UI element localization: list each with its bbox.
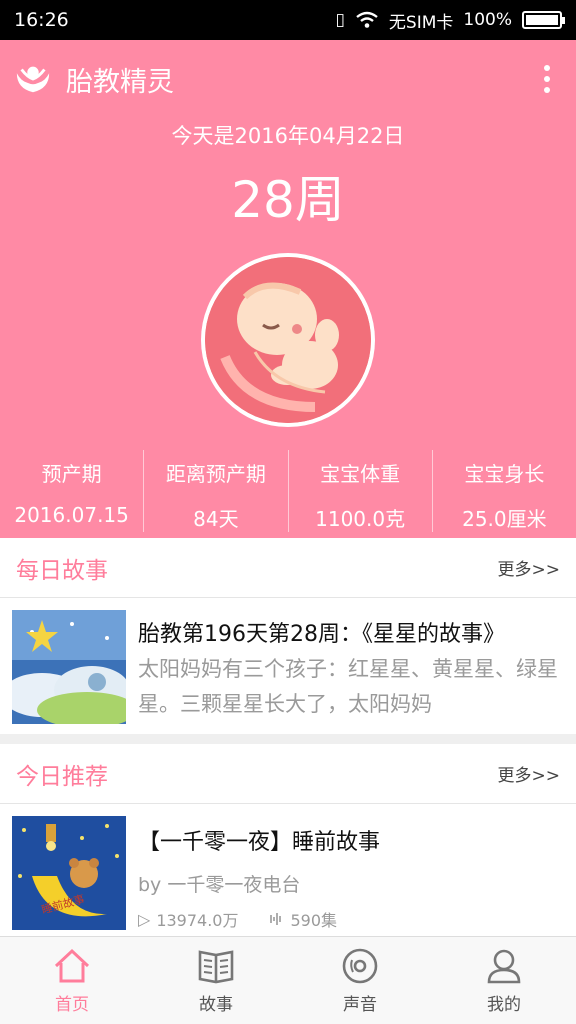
- play-count-icon: ▷: [138, 909, 151, 929]
- stat-due-date: 预产期 2016.07.15: [0, 450, 145, 532]
- stat-value: 1100.0克: [315, 507, 406, 531]
- person-icon: [487, 949, 521, 984]
- pregnancy-week: 28周: [231, 171, 345, 229]
- nav-label: 声音: [343, 995, 377, 1015]
- story-description: 太阳妈妈有三个孩子：红星星、黄星星、绿星星。三颗星星长大了，太阳妈妈: [138, 657, 558, 716]
- play-count: 13974.0万: [156, 911, 239, 930]
- nav-label: 首页: [55, 995, 89, 1015]
- stat-days-left: 距离预产期 84天: [144, 450, 289, 532]
- stat-value: 25.0厘米: [462, 507, 547, 531]
- nav-mine[interactable]: 我的: [432, 937, 576, 1024]
- pregnancy-stats: 预产期 2016.07.15 距离预产期 84天 宝宝体重 1100.0克 宝宝…: [0, 450, 576, 532]
- battery-icon: [522, 11, 565, 29]
- recommend-cover: 睡前故事: [12, 816, 126, 930]
- stat-label: 距离预产期: [165, 462, 266, 486]
- stat-baby-length: 宝宝身长 25.0厘米: [433, 450, 576, 532]
- nav-label: 故事: [199, 995, 233, 1015]
- nav-story[interactable]: 故事: [144, 937, 288, 1024]
- app-logo-icon: [16, 66, 50, 93]
- app-title: 胎教精灵: [66, 66, 174, 98]
- pregnancy-hero: 胎教精灵 今天是2016年04月22日 28周 预产期 2016.07.15 距…: [0, 40, 576, 538]
- story-title: 胎教第196天第28周：《星星的故事》: [138, 622, 505, 647]
- nav-label: 我的: [487, 995, 521, 1015]
- wifi-icon: [356, 11, 378, 28]
- recommend-title: 【一千零一夜】睡前故事: [138, 830, 381, 855]
- section-title: 每日故事: [16, 557, 108, 584]
- recommend-card[interactable]: 睡前故事 【一千零一夜】睡前故事 by 一千零一夜电台 ▷ 13974.0万 5…: [0, 804, 576, 943]
- book-icon: [198, 950, 234, 984]
- overflow-menu-icon[interactable]: [532, 59, 562, 99]
- more-link[interactable]: 更多>>: [498, 761, 561, 786]
- story-card[interactable]: 胎教第196天第28周：《星星的故事》 太阳妈妈有三个孩子：红星星、黄星星、绿星…: [0, 598, 576, 736]
- fetus-icon: [205, 257, 371, 423]
- today-date: 今天是2016年04月22日: [171, 124, 405, 148]
- status-bar: 16:26 ▯ 无SIM卡 100%: [0, 0, 576, 40]
- daily-story-section: 每日故事 更多>> 胎教第196天第28周：《星星的故事》 太阳妈妈有三个孩子：…: [0, 538, 576, 734]
- section-header: 每日故事 更多>>: [0, 538, 576, 598]
- stat-value: 84天: [193, 507, 239, 531]
- disc-icon: [342, 948, 378, 984]
- recommend-author: by 一千零一夜电台: [138, 874, 301, 896]
- sim-status: 无SIM卡: [388, 12, 454, 33]
- bottom-nav: 首页 故事 声音 我的: [0, 936, 576, 1024]
- episodes-icon: [270, 913, 282, 925]
- stat-label: 宝宝体重: [320, 462, 401, 486]
- status-time: 16:26: [14, 9, 69, 31]
- stat-label: 宝宝身长: [464, 462, 545, 486]
- nav-home[interactable]: 首页: [0, 937, 144, 1024]
- nav-sound[interactable]: 声音: [288, 937, 432, 1024]
- battery-percent: 100%: [463, 10, 512, 30]
- app-bar: 胎教精灵: [0, 40, 576, 118]
- more-link[interactable]: 更多>>: [498, 555, 561, 580]
- stat-label: 预产期: [41, 462, 102, 486]
- baby-illustration[interactable]: [201, 253, 375, 427]
- section-header: 今日推荐 更多>>: [0, 744, 576, 804]
- vibrate-icon: ▯: [335, 10, 345, 30]
- recommend-section: 今日推荐 更多>> 睡前故事 【一千零一夜】睡前故事 by 一千零一夜电台 ▷ …: [0, 744, 576, 936]
- section-title: 今日推荐: [16, 763, 108, 790]
- episode-count: 590集: [290, 911, 338, 930]
- recommend-meta: ▷ 13974.0万 590集: [138, 907, 564, 931]
- home-icon: [54, 948, 90, 983]
- story-thumbnail: [12, 610, 126, 724]
- stat-baby-weight: 宝宝体重 1100.0克: [289, 450, 433, 532]
- stat-value: 2016.07.15: [14, 503, 129, 527]
